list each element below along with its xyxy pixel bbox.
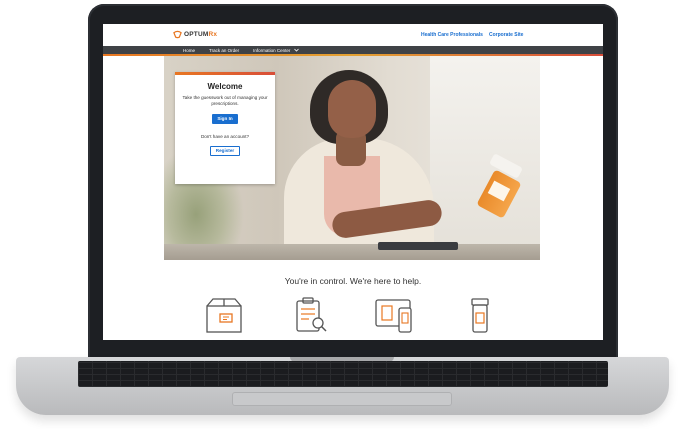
devices-icon[interactable]	[373, 296, 415, 336]
nav-item-information-center-label: Information Center	[253, 47, 291, 53]
laptop-trackpad	[232, 392, 452, 406]
sign-in-button[interactable]: Sign In	[212, 114, 238, 125]
pill-bottle-icon[interactable]	[459, 296, 501, 336]
clipboard-search-icon[interactable]	[291, 296, 333, 336]
site-header: OPTUM Rx Health Care Professionals Corpo…	[103, 24, 603, 46]
no-account-text: Don't have an account?	[200, 134, 250, 140]
main-nav: Home Track an Order Information Center	[103, 46, 603, 54]
hero-table	[164, 244, 540, 260]
laptop-screen: OPTUM Rx Health Care Professionals Corpo…	[103, 24, 603, 340]
hero-person-face	[328, 80, 376, 138]
logo-brand-text: OPTUM	[184, 31, 209, 38]
tagline: You're in control. We're here to help.	[284, 276, 422, 286]
hero-tablet	[378, 242, 458, 250]
welcome-subtitle: Take the guesswork out of managing your …	[182, 95, 268, 107]
optum-logo-icon	[173, 30, 182, 39]
welcome-card: Welcome Take the guesswork out of managi…	[175, 72, 275, 184]
register-button[interactable]: Register	[210, 146, 240, 157]
welcome-title: Welcome	[207, 82, 243, 91]
header-link-health-care-professionals[interactable]: Health Care Professionals	[421, 32, 483, 38]
site-logo[interactable]: OPTUM Rx	[173, 30, 217, 39]
laptop-keyboard	[78, 361, 608, 387]
nav-item-home[interactable]: Home	[183, 48, 195, 53]
chevron-down-icon	[293, 49, 299, 52]
nav-item-track-order[interactable]: Track an Order	[209, 48, 239, 53]
logo-suffix-text: Rx	[208, 31, 218, 38]
hero-window-backdrop	[430, 56, 540, 260]
nav-item-information-center[interactable]: Information Center	[253, 48, 299, 53]
package-icon[interactable]	[203, 296, 245, 336]
header-link-corporate-site[interactable]: Corporate Site	[489, 32, 523, 38]
